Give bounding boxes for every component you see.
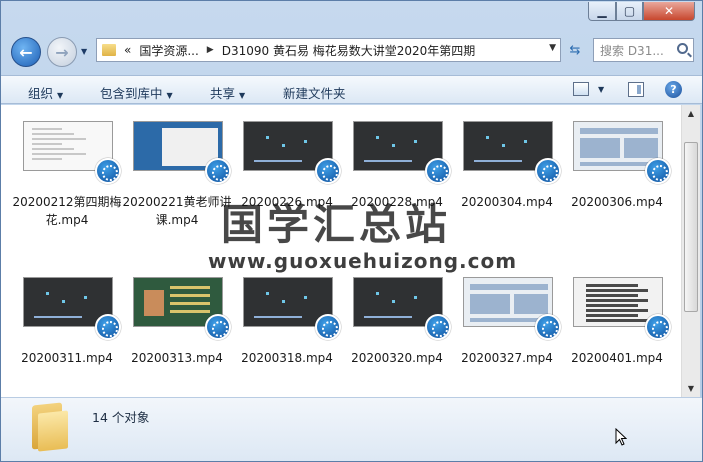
breadcrumb-item-current-folder[interactable]: D31090 黄石易 梅花易数大讲堂2020年第四期 <box>222 42 476 59</box>
scroll-thumb[interactable] <box>684 142 698 312</box>
file-item[interactable]: 20200212第四期梅花.mp4 <box>12 113 122 263</box>
video-player-icon <box>315 158 341 184</box>
new-folder-button[interactable]: 新建文件夹 <box>283 83 346 102</box>
explorer-window: ▁ ▢ ✕ ← → ▼ « 国学资源... ▶ D31090 黄石易 梅花易数大… <box>0 0 703 462</box>
vertical-scrollbar[interactable]: ▲ ▼ <box>681 105 700 397</box>
video-player-icon <box>205 158 231 184</box>
scroll-down-icon[interactable]: ▼ <box>682 380 700 397</box>
video-player-icon <box>425 314 451 340</box>
forward-arrow-icon[interactable]: → <box>47 37 77 67</box>
chevron-down-icon: ▼ <box>57 91 64 100</box>
file-name: 20200306.mp4 <box>571 195 663 209</box>
file-item[interactable]: 20200221黄老师讲课.mp4 <box>122 113 232 263</box>
watermark-url: www.guoxuehuizong.com <box>208 249 518 273</box>
help-icon[interactable]: ? <box>665 81 682 98</box>
watermark-title: 国学汇总站 <box>221 200 452 249</box>
file-name: 20200221黄老师讲课.mp4 <box>122 195 232 227</box>
file-item[interactable]: 20200306.mp4 <box>562 113 672 263</box>
file-name: 20200318.mp4 <box>241 351 333 365</box>
video-player-icon <box>645 314 671 340</box>
organize-button[interactable]: 组织 ▼ <box>28 83 63 102</box>
search-placeholder: 搜索 D31... <box>600 43 664 58</box>
item-count: 14 个对象 <box>92 410 150 425</box>
video-player-icon <box>425 158 451 184</box>
search-icon[interactable] <box>677 43 688 54</box>
preview-pane-icon[interactable] <box>628 82 644 97</box>
folder-icon <box>102 44 116 56</box>
minimize-icon[interactable]: ▁ <box>588 2 616 21</box>
video-player-icon <box>95 158 121 184</box>
chevron-down-icon: ▼ <box>239 91 246 100</box>
include-in-library-button[interactable]: 包含到库中 ▼ <box>100 83 173 102</box>
scroll-up-icon[interactable]: ▲ <box>682 105 700 122</box>
command-toolbar: 组织 ▼ 包含到库中 ▼ 共享 ▼ 新建文件夹 ▼ ? <box>1 75 702 104</box>
address-bar[interactable]: « 国学资源... ▶ D31090 黄石易 梅花易数大讲堂2020年第四期 ▼ <box>96 38 561 62</box>
chevron-down-icon: ▼ <box>166 91 173 100</box>
breadcrumb-item-guoxue[interactable]: 国学资源... <box>139 42 198 59</box>
file-name: 20200313.mp4 <box>131 351 223 365</box>
breadcrumb-separator-icon[interactable]: ▶ <box>207 45 214 55</box>
file-name: 20200311.mp4 <box>21 351 113 365</box>
video-player-icon <box>95 314 121 340</box>
folder-icon <box>30 402 70 452</box>
video-player-icon <box>205 314 231 340</box>
back-arrow-icon[interactable]: ← <box>11 37 41 67</box>
organize-label: 组织 <box>28 86 54 101</box>
title-bar: ▁ ▢ ✕ <box>1 1 702 35</box>
file-name: 20200327.mp4 <box>461 351 553 365</box>
mouse-cursor-icon <box>615 428 627 446</box>
navigation-bar: ← → ▼ « 国学资源... ▶ D31090 黄石易 梅花易数大讲堂2020… <box>1 35 702 67</box>
video-player-icon <box>315 314 341 340</box>
video-player-icon <box>535 314 561 340</box>
maximize-icon[interactable]: ▢ <box>616 2 643 21</box>
close-icon[interactable]: ✕ <box>643 2 695 21</box>
view-options-dropdown-icon[interactable]: ▼ <box>598 85 604 94</box>
breadcrumb: « 国学资源... ▶ D31090 黄石易 梅花易数大讲堂2020年第四期 <box>124 42 475 59</box>
file-name: 20200401.mp4 <box>571 351 663 365</box>
include-in-library-label: 包含到库中 <box>100 86 163 101</box>
details-pane: 14 个对象 <box>1 397 702 461</box>
file-item[interactable]: 20200304.mp4 <box>452 113 562 263</box>
file-name: 20200304.mp4 <box>461 195 553 209</box>
breadcrumb-overflow-chevron[interactable]: « <box>124 43 131 57</box>
share-button[interactable]: 共享 ▼ <box>210 83 245 102</box>
recent-pages-dropdown-icon[interactable]: ▼ <box>81 47 87 56</box>
share-label: 共享 <box>210 86 236 101</box>
file-name: 20200320.mp4 <box>351 351 443 365</box>
video-player-icon <box>535 158 561 184</box>
address-dropdown-icon[interactable]: ▼ <box>549 43 556 53</box>
change-view-icon[interactable] <box>573 82 589 96</box>
search-input[interactable]: 搜索 D31... <box>593 38 694 62</box>
video-player-icon <box>645 158 671 184</box>
refresh-icon[interactable]: ⇆ <box>562 38 588 62</box>
file-name: 20200212第四期梅花.mp4 <box>12 195 122 227</box>
